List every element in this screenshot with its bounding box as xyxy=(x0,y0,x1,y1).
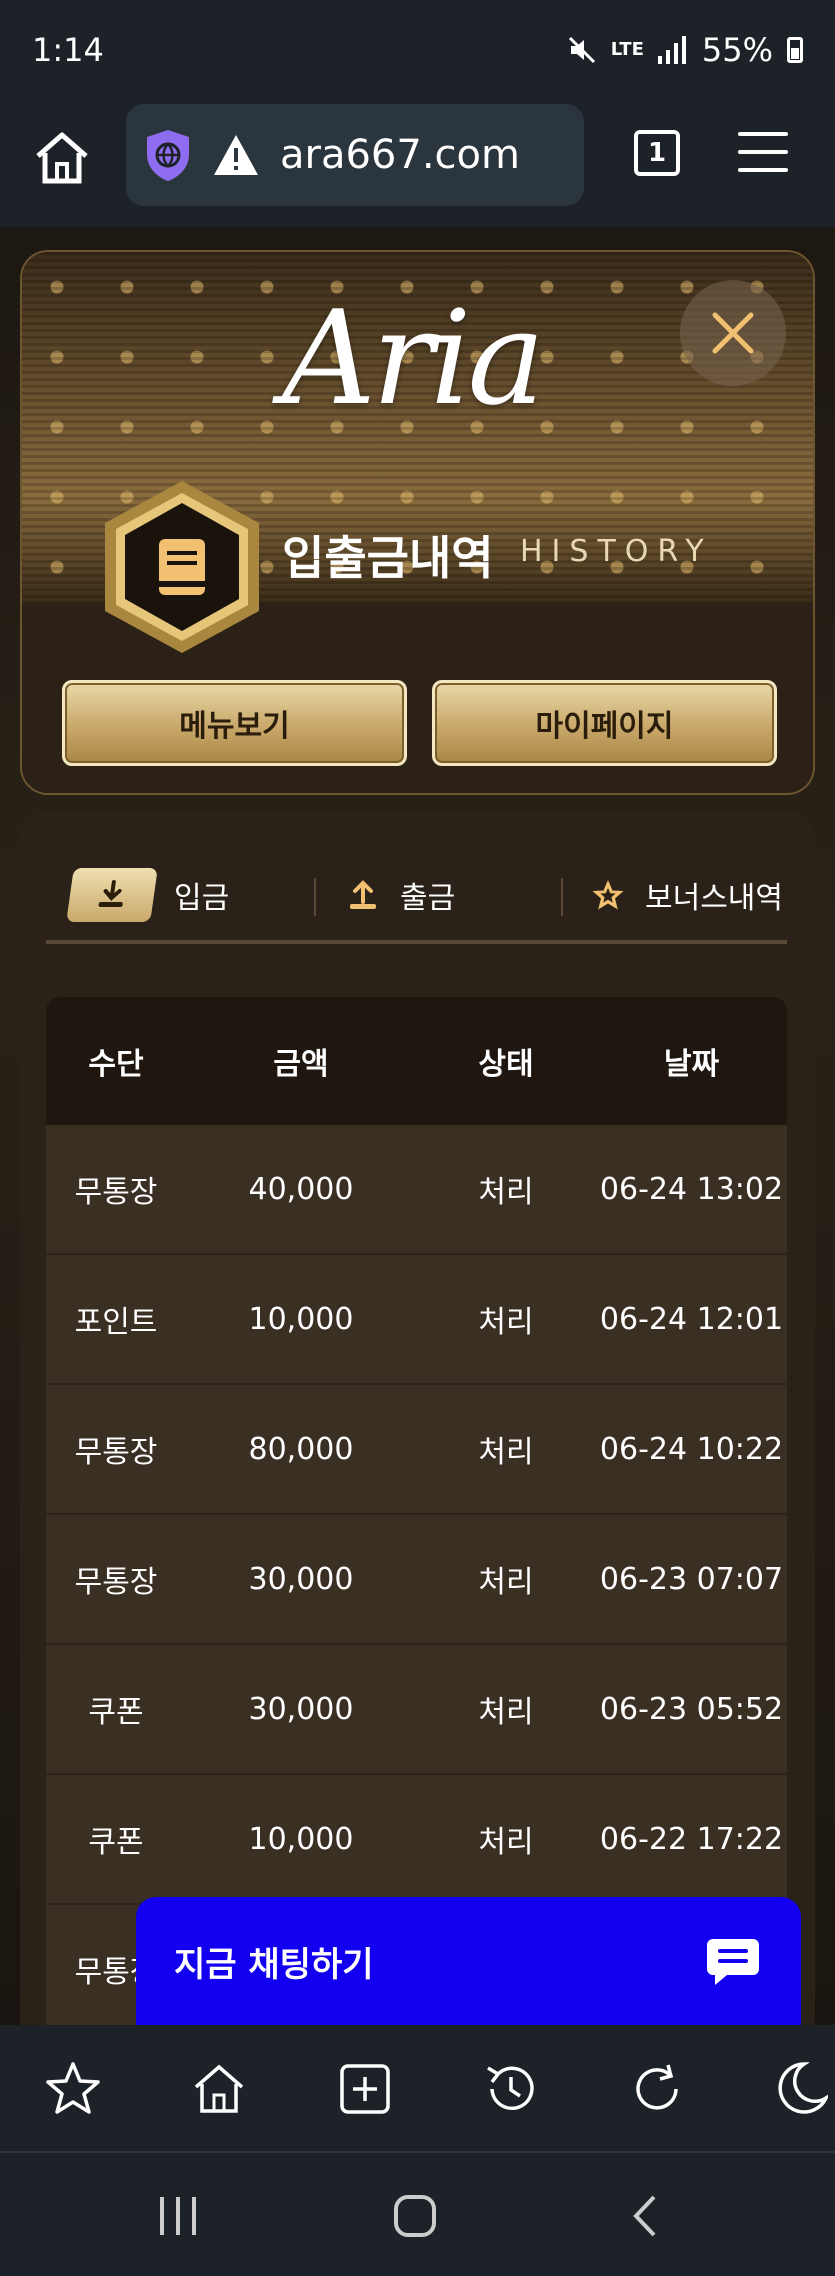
status-cell: 처리 xyxy=(478,1565,534,1600)
history-icon[interactable] xyxy=(482,2060,540,2118)
shield-icon[interactable] xyxy=(144,128,192,182)
status-cell: 처리 xyxy=(478,1435,534,1470)
tabs-button[interactable]: 1 xyxy=(634,130,680,176)
back-icon[interactable] xyxy=(630,2193,660,2239)
refresh-icon[interactable] xyxy=(628,2060,686,2118)
browser-menu-icon[interactable] xyxy=(738,132,788,172)
method-cell: 쿠폰 xyxy=(88,1825,144,1860)
column-header: 상태 xyxy=(478,1047,534,1082)
history-tabs: 입금 출금 보너스내역 xyxy=(46,852,787,937)
history-modal-header: Aria 입출금내역 HISTORY 메뉴보기 마이페이지 xyxy=(20,250,815,795)
download-icon xyxy=(98,879,123,907)
bookmark-star-icon[interactable] xyxy=(44,2060,102,2118)
status-cell: 처리 xyxy=(478,1695,534,1730)
tab-label: 보너스내역 xyxy=(645,880,783,916)
url-field[interactable]: ara667.com xyxy=(126,104,584,206)
view-menu-button[interactable]: 메뉴보기 xyxy=(62,680,407,766)
network-type: LTE xyxy=(610,39,644,60)
site-logo: Aria xyxy=(282,282,545,434)
mute-icon xyxy=(568,36,595,64)
star-icon xyxy=(592,879,624,909)
column-header: 금액 xyxy=(273,1047,329,1082)
table-header: 수단 금액 상태 날짜 xyxy=(46,997,787,1125)
status-cell: 처리 xyxy=(478,1175,534,1210)
date-cell: 06-24 10:22 xyxy=(599,1431,784,1467)
close-button[interactable] xyxy=(680,280,786,386)
method-cell: 포인트 xyxy=(74,1305,158,1340)
signal-icon xyxy=(657,36,686,64)
status-cell: 처리 xyxy=(478,1305,534,1340)
dark-mode-icon[interactable] xyxy=(770,2060,828,2118)
history-table: 수단 금액 상태 날짜 무통장 40,000 처리 06-24 13:02 포인… xyxy=(46,997,787,2042)
upload-icon xyxy=(350,879,376,909)
chat-bubble-icon xyxy=(707,1939,759,1985)
status-cell: 처리 xyxy=(478,1825,534,1860)
date-cell: 06-24 13:02 xyxy=(599,1171,784,1207)
battery-level: 55% xyxy=(701,31,773,69)
table-row: 무통장 80,000 처리 06-24 10:22 xyxy=(46,1385,787,1515)
status-time: 1:14 xyxy=(32,31,104,69)
page-title: 입출금내역 xyxy=(282,531,494,585)
chat-label: 지금 채팅하기 xyxy=(174,1944,374,1985)
page-subtitle: HISTORY xyxy=(520,534,713,569)
history-panel: 입금 출금 보너스내역 수단 금액 상태 날짜 무통장 40,000 처리 06… xyxy=(20,812,815,2042)
browser-bottom-toolbar xyxy=(0,2025,835,2153)
method-cell: 무통장 xyxy=(74,1175,158,1210)
home-icon[interactable] xyxy=(30,126,94,190)
column-header: 날짜 xyxy=(663,1047,720,1082)
tab-label: 출금 xyxy=(400,880,456,916)
new-tab-icon[interactable] xyxy=(336,2060,394,2118)
date-cell: 06-24 12:01 xyxy=(599,1301,784,1337)
amount-cell: 80,000 xyxy=(248,1431,354,1467)
amount-cell: 30,000 xyxy=(248,1561,354,1597)
home-nav-icon[interactable] xyxy=(392,2193,438,2239)
method-cell: 무통장 xyxy=(74,1435,158,1470)
my-page-button[interactable]: 마이페이지 xyxy=(432,680,777,766)
amount-cell: 30,000 xyxy=(248,1691,354,1727)
table-row: 포인트 10,000 처리 06-24 12:01 xyxy=(46,1255,787,1385)
battery-icon xyxy=(787,37,803,63)
status-bar: 1:14 LTE 55% xyxy=(0,0,835,100)
live-chat-button[interactable]: 지금 채팅하기 xyxy=(136,1897,801,2025)
amount-cell: 10,000 xyxy=(248,1821,354,1857)
date-cell: 06-23 05:52 xyxy=(599,1691,784,1727)
date-cell: 06-23 07:07 xyxy=(599,1561,784,1597)
recent-apps-icon[interactable] xyxy=(158,2193,198,2239)
column-header: 수단 xyxy=(88,1047,144,1082)
close-icon[interactable] xyxy=(711,311,755,355)
amount-cell: 10,000 xyxy=(248,1301,354,1337)
home-icon[interactable] xyxy=(190,2060,248,2118)
method-cell: 쿠폰 xyxy=(88,1695,144,1730)
tab-deposit[interactable]: 입금 xyxy=(66,852,230,937)
table-row: 무통장 30,000 처리 06-23 07:07 xyxy=(46,1515,787,1645)
divider xyxy=(314,878,316,916)
system-navigation-bar xyxy=(0,2153,835,2276)
table-row: 무통장 40,000 처리 06-24 13:02 xyxy=(46,1125,787,1255)
table-row: 쿠폰 30,000 처리 06-23 05:52 xyxy=(46,1645,787,1775)
status-icons: LTE 55% xyxy=(567,31,803,69)
ledger-badge-icon xyxy=(105,481,259,653)
tab-bonus-history[interactable]: 보너스내역 xyxy=(591,852,783,937)
amount-cell: 40,000 xyxy=(248,1171,354,1207)
browser-toolbar: ara667.com 1 xyxy=(0,100,835,227)
date-cell: 06-22 17:22 xyxy=(599,1821,784,1857)
table-row: 쿠폰 10,000 처리 06-22 17:22 xyxy=(46,1775,787,1905)
tab-label: 입금 xyxy=(174,880,230,916)
warning-icon xyxy=(214,135,258,175)
tab-withdraw[interactable]: 출금 xyxy=(346,852,455,937)
url-text[interactable]: ara667.com xyxy=(280,132,520,178)
method-cell: 무통장 xyxy=(74,1565,158,1600)
divider xyxy=(561,878,563,916)
tab-underline xyxy=(46,940,787,944)
